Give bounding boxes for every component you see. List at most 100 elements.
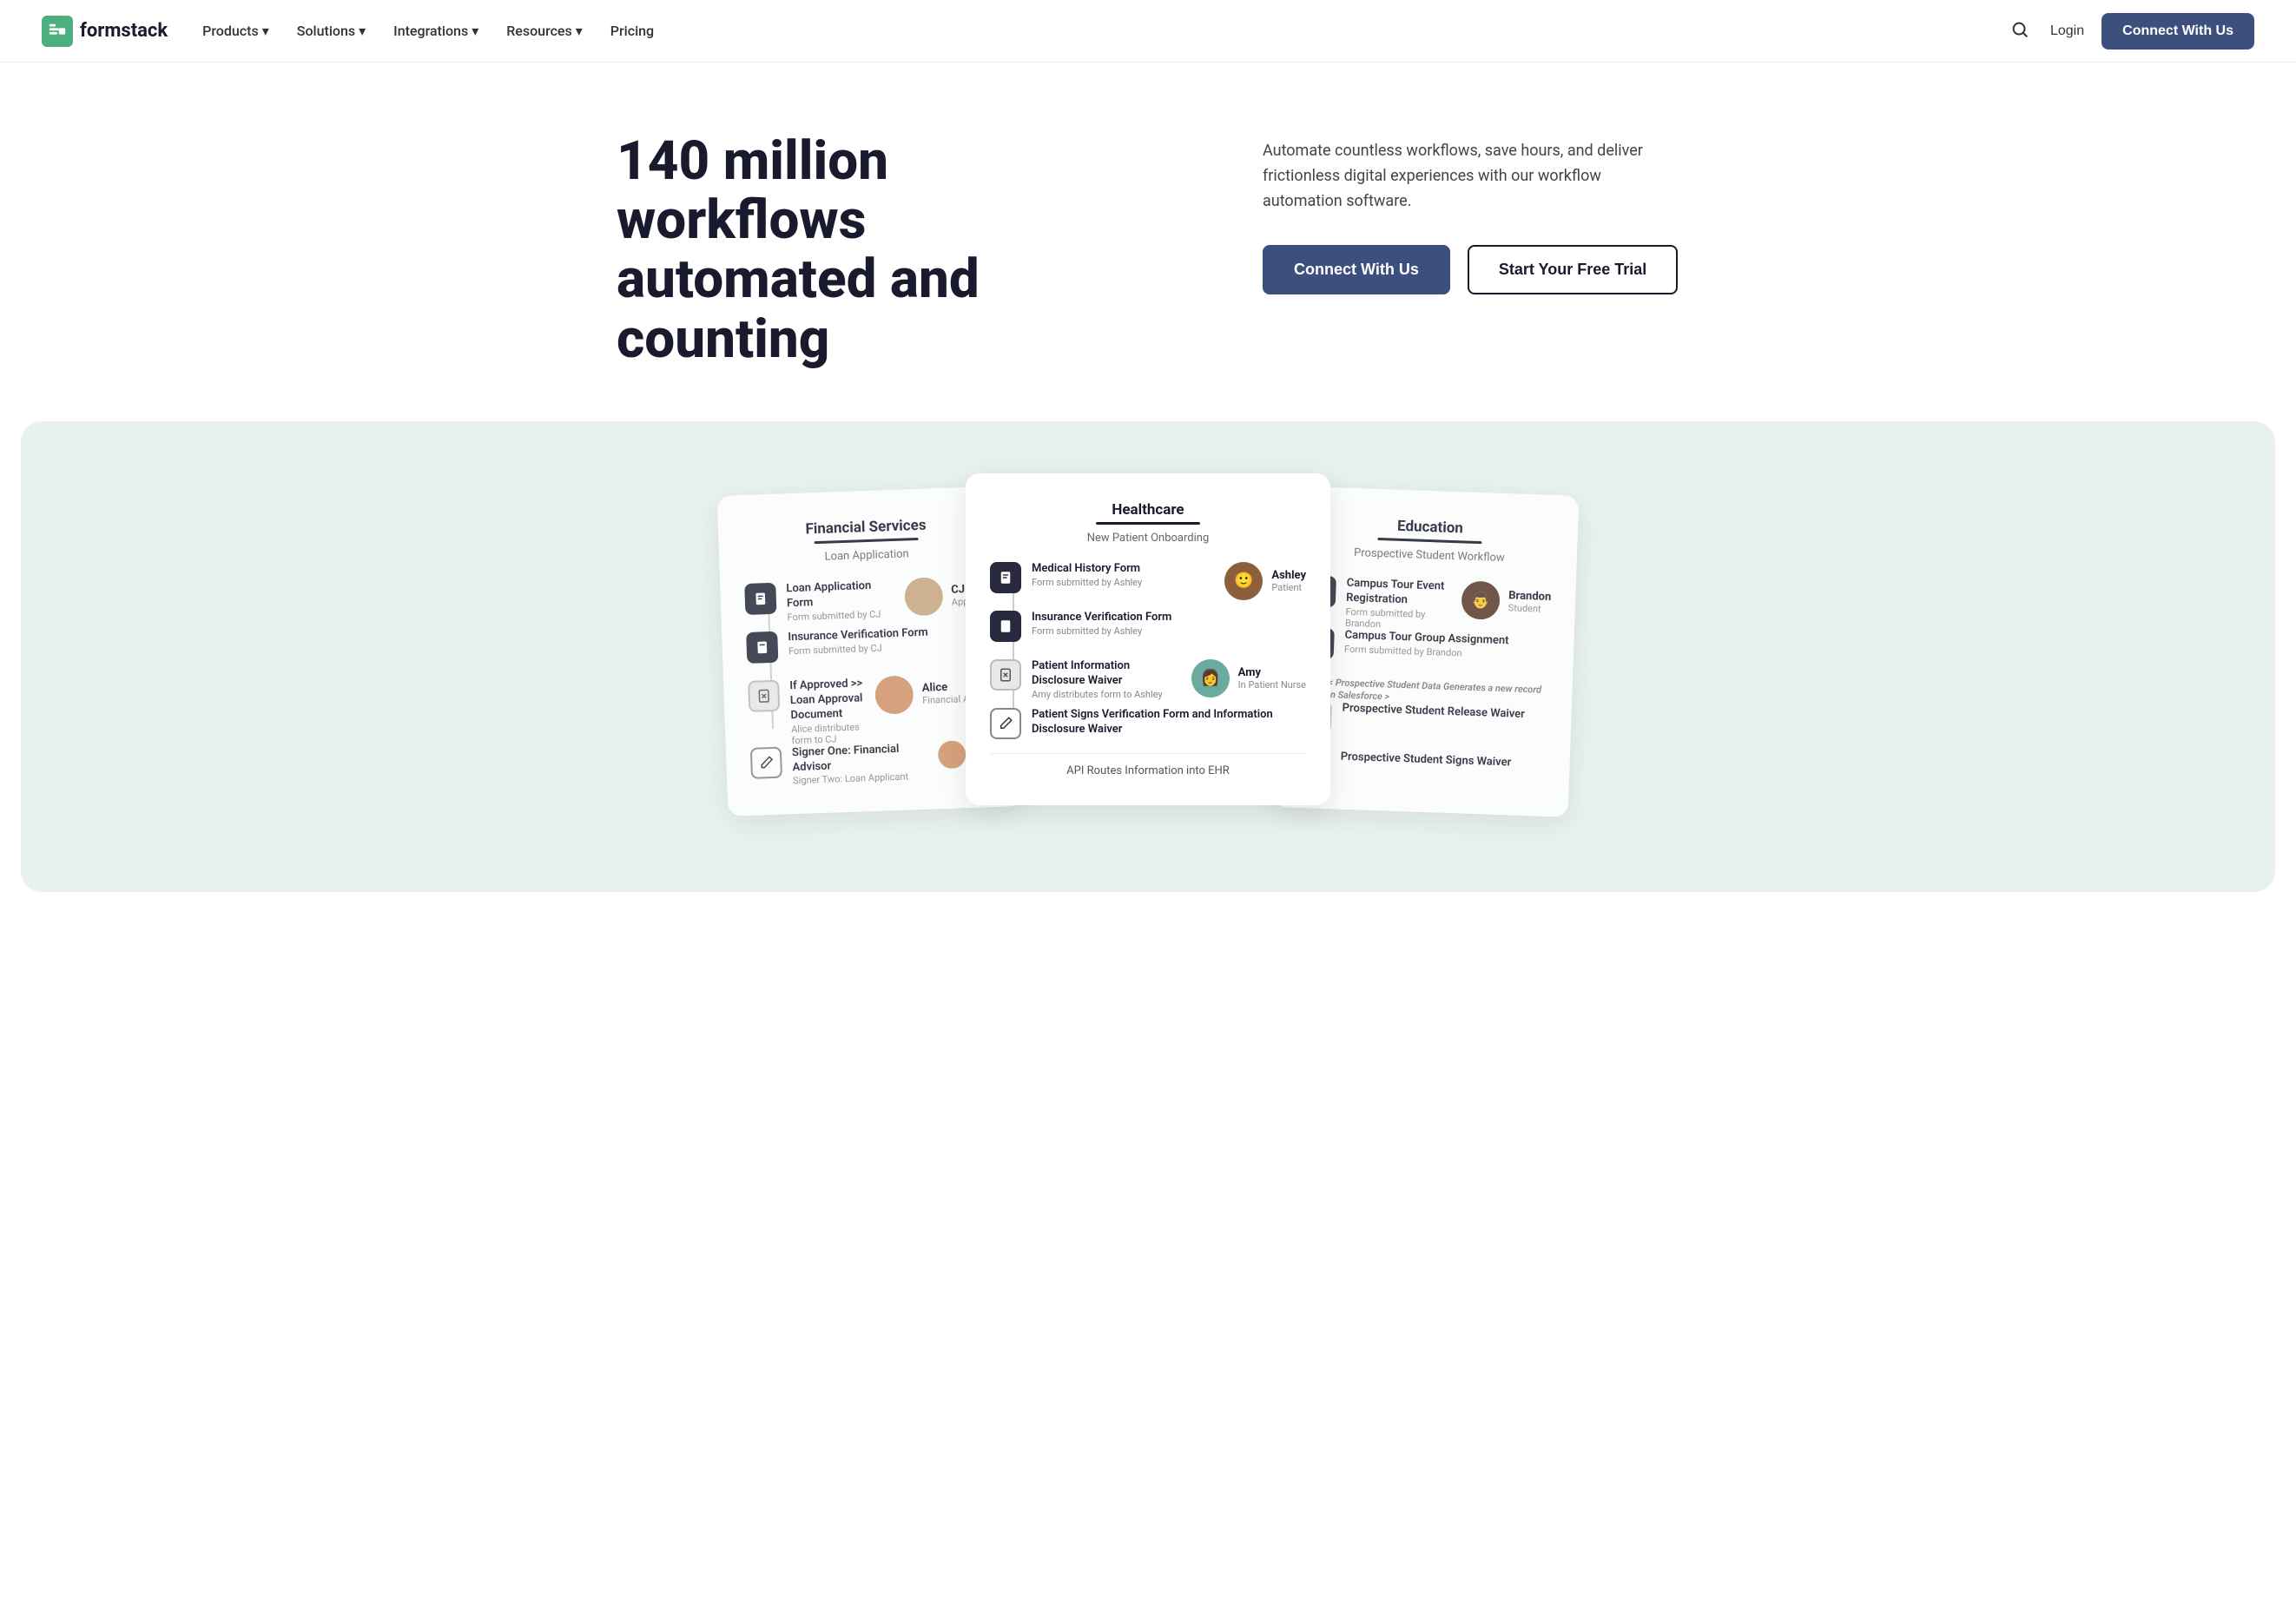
step-person: 👩 Amy In Patient Nurse — [1191, 659, 1306, 698]
step-icon-4 — [990, 708, 1021, 739]
avatar-image — [904, 577, 944, 617]
step-icon-2 — [990, 611, 1021, 642]
avatar-image: 🙂 — [1224, 562, 1263, 600]
financial-steps: Loan Application Form Form submitted by … — [744, 575, 998, 788]
api-note: API Routes Information into EHR — [990, 753, 1306, 777]
step-info: If Approved >> Loan Approval Document Al… — [789, 677, 867, 746]
chevron-down-icon: ▾ — [576, 23, 583, 39]
avatar-alice-small — [938, 740, 967, 769]
connector — [771, 711, 774, 729]
avatar-image — [938, 740, 967, 769]
hero-right: Automate countless workflows, save hours… — [1263, 132, 1679, 294]
logo[interactable]: formstack — [42, 16, 168, 47]
chevron-down-icon: ▾ — [262, 23, 269, 39]
healthcare-steps: Medical History Form Form submitted by A… — [990, 562, 1306, 739]
education-industry-label: Education — [1307, 514, 1554, 540]
step-title: Signer One: Financial Advisor — [792, 741, 928, 775]
avatar-amy: 👩 — [1191, 659, 1230, 698]
step-info: Medical History Form Form submitted by A… — [1032, 562, 1214, 588]
step-icon-1 — [990, 562, 1021, 593]
search-button[interactable] — [2007, 17, 2033, 45]
step-title: Insurance Verification Form — [1032, 611, 1306, 625]
avatar-image: 👩 — [1191, 659, 1230, 698]
healthcare-card: Healthcare New Patient Onboarding Medica… — [966, 473, 1330, 805]
doc-icon — [998, 570, 1013, 585]
step-desc: Form submitted by Ashley — [1032, 577, 1214, 588]
step-desc: Form submitted by Ashley — [1032, 625, 1306, 637]
nav-links: Products ▾ Solutions ▾ Integrations ▾ Re… — [202, 23, 654, 39]
connector — [1013, 642, 1014, 659]
step-icon-3 — [990, 659, 1021, 691]
avatar-image: 👨 — [1461, 580, 1501, 620]
step-icon-2 — [746, 631, 778, 663]
logo-text: formstack — [80, 20, 168, 42]
connector — [1013, 691, 1014, 708]
hero-section: 140 million workflows automated and coun… — [575, 63, 1721, 421]
hero-title: 140 million workflows automated and coun… — [617, 132, 1120, 369]
person-role: Student — [1508, 602, 1551, 615]
person-role: Patient — [1271, 582, 1306, 593]
person-role: In Patient Nurse — [1238, 679, 1306, 691]
hero-description: Automate countless workflows, save hours… — [1263, 139, 1679, 214]
step-info: Campus Tour Event Registration Form subm… — [1345, 577, 1452, 632]
doc-x-icon — [998, 667, 1013, 683]
step-info: Signer One: Financial Advisor Signer Two… — [792, 741, 929, 786]
hero-trial-button[interactable]: Start Your Free Trial — [1468, 245, 1678, 294]
step-icon-3 — [748, 679, 780, 711]
step-info: Patient Signs Verification Form and Info… — [1032, 708, 1306, 737]
pen-icon — [758, 754, 775, 770]
step-title: Patient Information Disclosure Waiver — [1032, 659, 1181, 689]
step-desc: Form submitted by Brandon — [1345, 605, 1451, 631]
nav-left: formstack Products ▾ Solutions ▾ Integra… — [42, 16, 654, 47]
avatar-alice — [874, 675, 914, 715]
avatar-cj — [904, 577, 944, 617]
education-underline — [1377, 538, 1481, 544]
nav-resources[interactable]: Resources ▾ — [506, 23, 583, 39]
formstack-logo-svg — [48, 22, 67, 41]
step-title: Medical History Form — [1032, 562, 1214, 577]
healthcare-subtitle: New Patient Onboarding — [990, 532, 1306, 545]
financial-industry-label: Financial Services — [742, 514, 990, 540]
connector — [1013, 593, 1014, 611]
step-icon-1 — [744, 582, 776, 614]
hero-buttons: Connect With Us Start Your Free Trial — [1263, 245, 1679, 294]
nav-right: Login Connect With Us — [2007, 13, 2254, 50]
nav-pricing[interactable]: Pricing — [610, 23, 654, 39]
demo-cards: Financial Services Loan Application Loan… — [627, 491, 1669, 823]
financial-underline — [815, 538, 919, 544]
step-desc: Alice distributes form to CJ — [791, 721, 867, 746]
step-title: If Approved >> Loan Approval Document — [789, 677, 866, 724]
pen-icon — [998, 716, 1013, 731]
doc-icon — [754, 639, 770, 656]
step-person: 👨 Brandon Student — [1461, 580, 1552, 622]
education-subtitle: Prospective Student Workflow — [1306, 545, 1553, 566]
navigation: formstack Products ▾ Solutions ▾ Integra… — [0, 0, 2296, 63]
step-title: Campus Tour Event Registration — [1346, 577, 1452, 610]
search-icon — [2010, 20, 2029, 39]
step-title: Loan Application Form — [786, 579, 894, 612]
step-desc: Amy distributes form to Ashley — [1032, 689, 1181, 700]
hero-left: 140 million workflows automated and coun… — [617, 132, 1120, 369]
avatar-image — [874, 675, 914, 715]
connector — [769, 663, 772, 680]
connector — [768, 614, 770, 631]
step-info: Patient Information Disclosure Waiver Am… — [1032, 659, 1181, 700]
doc-icon — [998, 618, 1013, 634]
step-title: Patient Signs Verification Form and Info… — [1032, 708, 1306, 737]
person-name: Ashley — [1271, 569, 1306, 582]
nav-solutions[interactable]: Solutions ▾ — [297, 23, 366, 39]
nav-connect-button[interactable]: Connect With Us — [2101, 13, 2254, 50]
avatar-ashley: 🙂 — [1224, 562, 1263, 600]
nav-integrations[interactable]: Integrations ▾ — [393, 23, 478, 39]
login-button[interactable]: Login — [2050, 23, 2084, 39]
demo-section: Financial Services Loan Application Loan… — [21, 421, 2275, 892]
financial-subtitle: Loan Application — [743, 545, 990, 566]
healthcare-underline — [1096, 522, 1200, 525]
avatar-brandon: 👨 — [1461, 580, 1501, 620]
logo-icon — [42, 16, 73, 47]
chevron-down-icon: ▾ — [359, 23, 366, 39]
step-person: 🙂 Ashley Patient — [1224, 562, 1306, 600]
hero-connect-button[interactable]: Connect With Us — [1263, 245, 1450, 294]
chevron-down-icon: ▾ — [472, 23, 478, 39]
nav-products[interactable]: Products ▾ — [202, 23, 269, 39]
